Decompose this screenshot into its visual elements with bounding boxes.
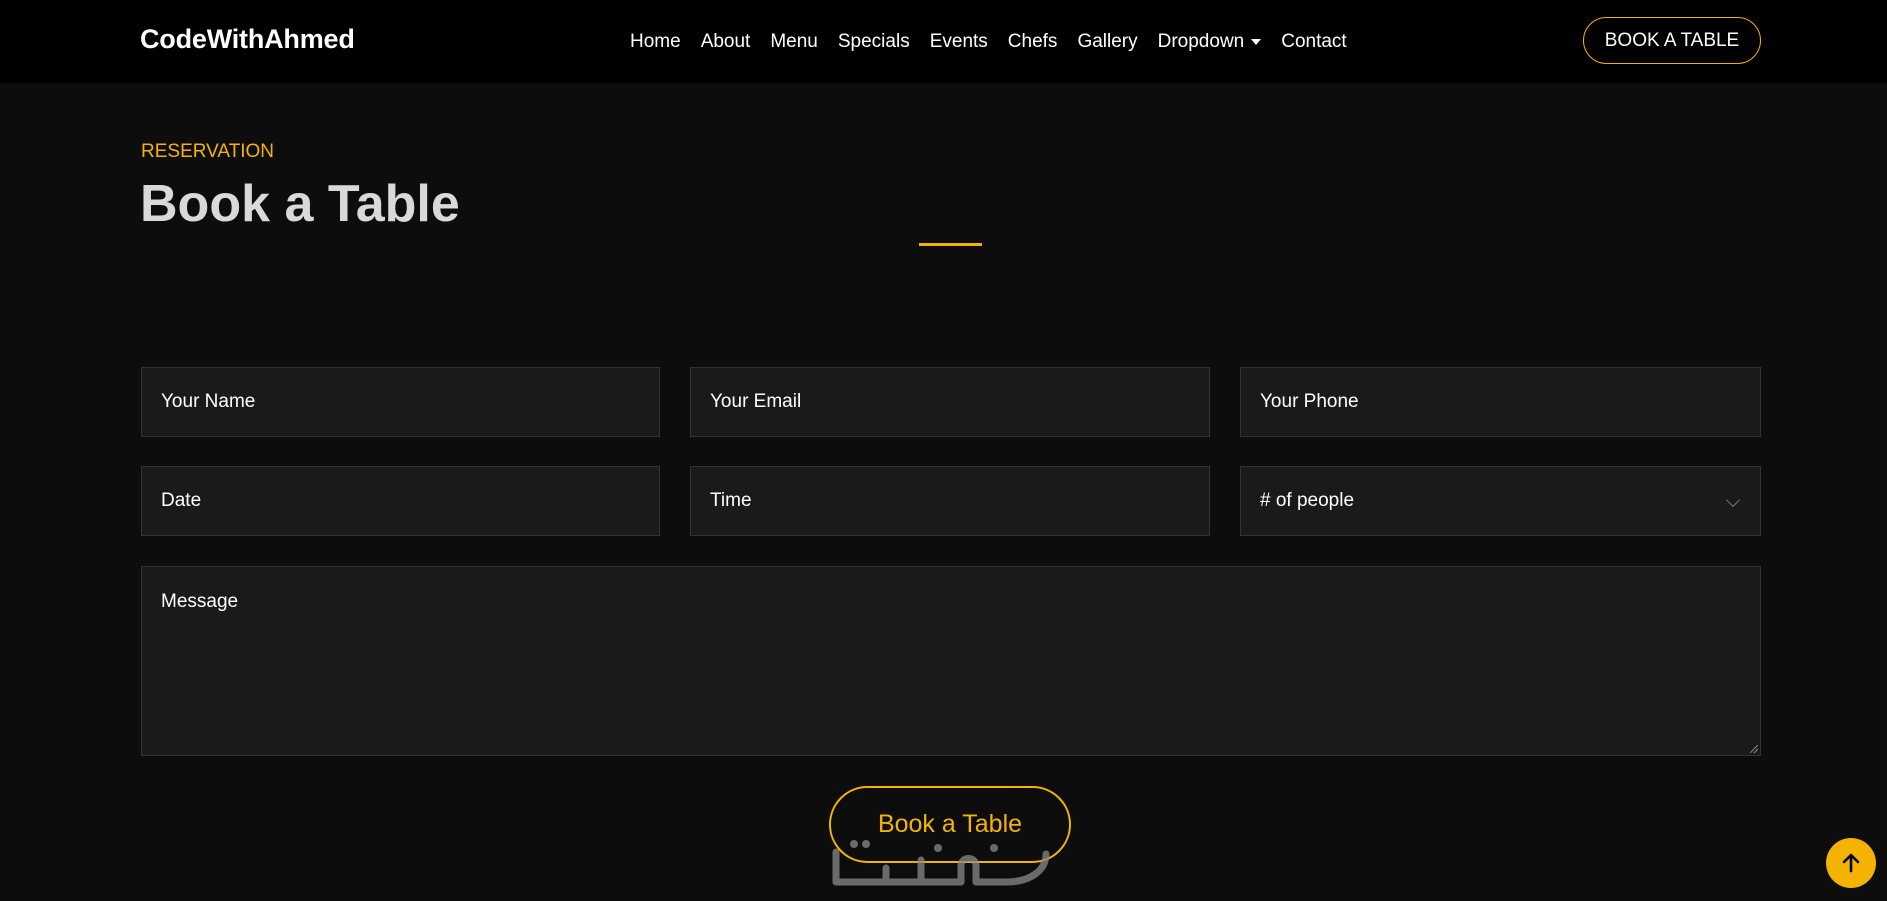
message-placeholder: Message — [161, 591, 239, 612]
email-input[interactable]: Your Email — [690, 367, 1210, 437]
nav-item-chefs[interactable]: Chefs — [998, 31, 1068, 53]
caret-down-icon — [1251, 38, 1262, 45]
time-input[interactable]: Time — [690, 466, 1210, 536]
book-table-nav-button[interactable]: BOOK A TABLE — [1583, 17, 1761, 64]
nav-item-home[interactable]: Home — [620, 31, 691, 53]
phone-input[interactable]: Your Phone — [1240, 367, 1761, 437]
nav-item-about[interactable]: About — [691, 31, 761, 53]
name-input[interactable]: Your Name — [141, 367, 660, 437]
page-title: Book a Table — [140, 175, 460, 233]
people-select[interactable]: # of people — [1240, 466, 1761, 536]
date-input[interactable]: Date — [141, 466, 660, 536]
message-textarea[interactable]: Message — [141, 566, 1761, 756]
nav-item-menu[interactable]: Menu — [760, 31, 828, 53]
title-divider — [919, 243, 982, 246]
nav-item-events[interactable]: Events — [920, 31, 998, 53]
nav-item-contact[interactable]: Contact — [1271, 31, 1356, 53]
nav-item-gallery[interactable]: Gallery — [1067, 31, 1147, 53]
time-input-placeholder: Time — [710, 490, 752, 511]
main-nav: Home About Menu Specials Events Chefs Ga… — [620, 0, 1357, 83]
section-subtitle: RESERVATION — [141, 141, 275, 162]
navbar: CodeWithAhmed Home About Menu Specials E… — [0, 0, 1887, 83]
scroll-top-button[interactable] — [1826, 838, 1876, 888]
watermark-logo — [832, 840, 1050, 886]
name-input-placeholder: Your Name — [161, 391, 256, 412]
chevron-down-icon — [1725, 492, 1741, 508]
date-input-placeholder: Date — [161, 490, 202, 511]
email-input-placeholder: Your Email — [710, 391, 802, 412]
arrow-up-icon — [1842, 853, 1860, 873]
nav-item-dropdown[interactable]: Dropdown — [1148, 31, 1272, 53]
phone-input-placeholder: Your Phone — [1260, 391, 1359, 412]
nav-item-specials[interactable]: Specials — [828, 31, 920, 53]
brand-logo[interactable]: CodeWithAhmed — [140, 24, 355, 55]
people-select-value: # of people — [1260, 490, 1355, 511]
resize-handle-icon[interactable] — [1750, 745, 1758, 753]
nav-item-dropdown-label: Dropdown — [1157, 30, 1245, 52]
